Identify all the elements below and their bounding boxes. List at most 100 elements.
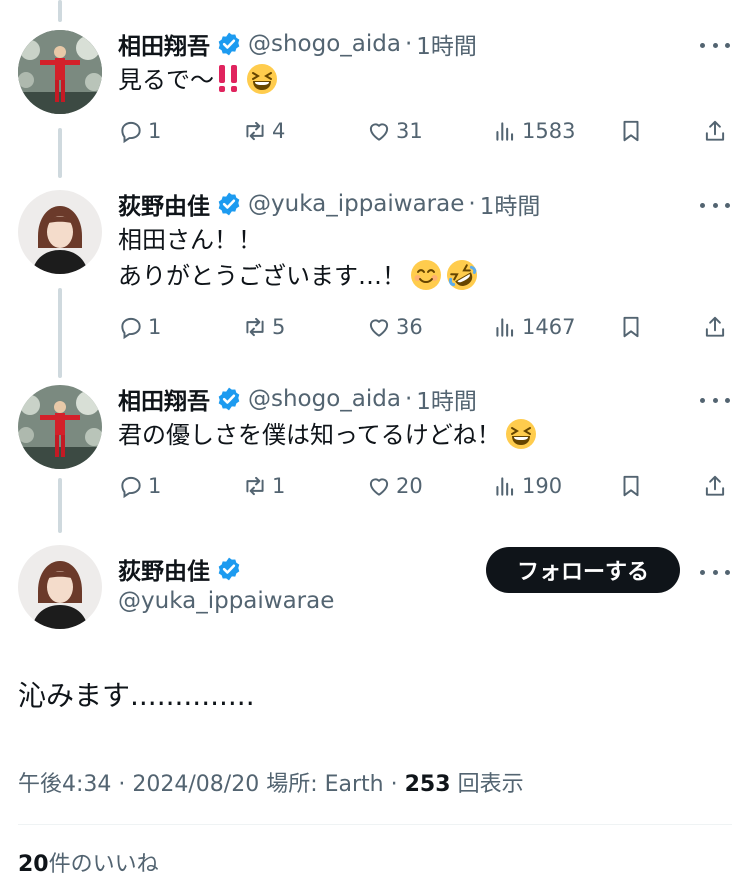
- verified-badge-icon: [216, 191, 242, 217]
- thread-line: [58, 288, 62, 378]
- bookmark-icon: [623, 120, 639, 142]
- tweet-text-line: 君の優しさを僕は知ってるけどね！: [118, 421, 501, 449]
- bookmark-button[interactable]: [618, 116, 644, 146]
- display-name[interactable]: 荻野由佳: [118, 552, 210, 586]
- share-upload-icon: [705, 475, 725, 496]
- like-count: 36: [396, 315, 423, 339]
- tweet-text-line: ありがとうございます…！: [118, 262, 406, 290]
- repost-arrows-icon: [246, 121, 264, 141]
- comment-bubble-icon: [121, 121, 141, 144]
- action-bar: 1 1 20 190: [118, 471, 730, 501]
- reply-button[interactable]: 1: [118, 312, 161, 342]
- post-meta: 午後4:34 · 2024/08/20 場所: Earth · 253 回表示: [18, 772, 524, 797]
- post-location: 場所: Earth: [266, 772, 384, 797]
- divider: [18, 824, 732, 825]
- tweet-text-line: 見るで〜: [118, 66, 214, 94]
- follow-button[interactable]: フォローする: [486, 547, 680, 593]
- author-name-row: 荻野由佳: [118, 552, 248, 586]
- more-dots-icon[interactable]: [700, 388, 730, 412]
- bar-chart-icon: [496, 122, 514, 141]
- tweet-text: 見るで〜: [118, 62, 278, 98]
- user-handle[interactable]: @shogo_aida: [248, 386, 401, 412]
- reply-button[interactable]: 1: [118, 116, 161, 146]
- likes-summary[interactable]: 20件のいいね: [18, 846, 159, 878]
- views-count: 253: [404, 772, 451, 797]
- separator: ·: [468, 191, 476, 217]
- bookmark-icon: [623, 475, 639, 497]
- thread-line: [58, 0, 62, 22]
- repost-button[interactable]: 4: [242, 116, 285, 146]
- like-button[interactable]: 36: [366, 312, 423, 342]
- repost-count: 5: [272, 315, 286, 339]
- share-button[interactable]: [702, 312, 728, 342]
- views-button[interactable]: 1467: [492, 312, 575, 342]
- verified-badge-icon: [216, 556, 242, 582]
- bookmark-button[interactable]: [618, 471, 644, 501]
- display-name[interactable]: 相田翔吾: [118, 382, 210, 416]
- like-button[interactable]: 20: [366, 471, 423, 501]
- reply-count: 1: [148, 119, 162, 143]
- thread-line: [58, 478, 62, 533]
- tweet-header: 相田翔吾 @shogo_aida · 1時間: [118, 27, 477, 61]
- avatar[interactable]: [18, 545, 102, 629]
- repost-button[interactable]: 5: [242, 312, 285, 342]
- timestamp[interactable]: 1時間: [480, 187, 541, 221]
- heart-icon: [369, 478, 389, 496]
- tweet-text: 相田さん！！ ありがとうございます…！: [118, 222, 478, 294]
- tweet-text: 君の優しさを僕は知ってるけどね！: [118, 417, 537, 453]
- repost-count: 1: [272, 474, 286, 498]
- action-bar: 1 5 36 1467: [118, 312, 730, 342]
- bookmark-icon: [623, 316, 639, 338]
- tweet-header: 相田翔吾 @shogo_aida · 1時間: [118, 382, 477, 416]
- view-count: 1583: [522, 119, 576, 143]
- share-upload-icon: [705, 120, 725, 141]
- thread-line: [58, 128, 62, 178]
- user-handle[interactable]: @yuka_ippaiwarae: [248, 191, 464, 217]
- rolling-on-the-floor-laughing-icon: [446, 259, 478, 291]
- user-handle[interactable]: @shogo_aida: [248, 31, 401, 57]
- post-time[interactable]: 午後4:34: [18, 772, 111, 797]
- reply-count: 1: [148, 474, 162, 498]
- share-button[interactable]: [702, 471, 728, 501]
- smiling-face-with-smiling-eyes-icon: [410, 259, 442, 291]
- display-name[interactable]: 荻野由佳: [118, 187, 210, 221]
- repost-arrows-icon: [246, 476, 264, 496]
- view-count: 1467: [522, 315, 576, 339]
- post-date[interactable]: 2024/08/20: [132, 772, 259, 797]
- like-button[interactable]: 31: [366, 116, 423, 146]
- tweet-text-line: 相田さん！！: [118, 226, 262, 254]
- views-label: 回表示: [457, 772, 524, 797]
- grinning-squinting-face-icon: [505, 418, 537, 450]
- likes-label: 件のいいね: [48, 852, 159, 877]
- separator: ·: [404, 31, 413, 57]
- repost-arrows-icon: [246, 317, 264, 337]
- more-dots-icon[interactable]: [700, 193, 730, 217]
- reply-button[interactable]: 1: [118, 471, 161, 501]
- heart-icon: [369, 319, 389, 337]
- timestamp[interactable]: 1時間: [416, 27, 477, 61]
- repost-count: 4: [272, 119, 286, 143]
- share-upload-icon: [705, 316, 725, 337]
- more-dots-icon[interactable]: [700, 33, 730, 57]
- comment-bubble-icon: [121, 317, 141, 340]
- views-button[interactable]: 1583: [492, 116, 575, 146]
- avatar[interactable]: [18, 30, 102, 114]
- avatar[interactable]: [18, 190, 102, 274]
- bar-chart-icon: [496, 477, 514, 496]
- view-count: 190: [522, 474, 563, 498]
- timestamp[interactable]: 1時間: [416, 382, 477, 416]
- display-name[interactable]: 相田翔吾: [118, 27, 210, 61]
- likes-count: 20: [18, 852, 49, 877]
- like-count: 20: [396, 474, 423, 498]
- verified-badge-icon: [216, 386, 242, 412]
- bookmark-button[interactable]: [618, 312, 644, 342]
- post-text: 沁みます..............: [18, 679, 255, 712]
- more-dots-icon[interactable]: [700, 560, 730, 584]
- share-button[interactable]: [702, 116, 728, 146]
- views-button[interactable]: 190: [492, 471, 562, 501]
- user-handle[interactable]: @yuka_ippaiwarae: [118, 588, 334, 614]
- grinning-squinting-face-icon: [246, 63, 278, 95]
- avatar[interactable]: [18, 385, 102, 469]
- repost-button[interactable]: 1: [242, 471, 285, 501]
- bar-chart-icon: [496, 318, 514, 337]
